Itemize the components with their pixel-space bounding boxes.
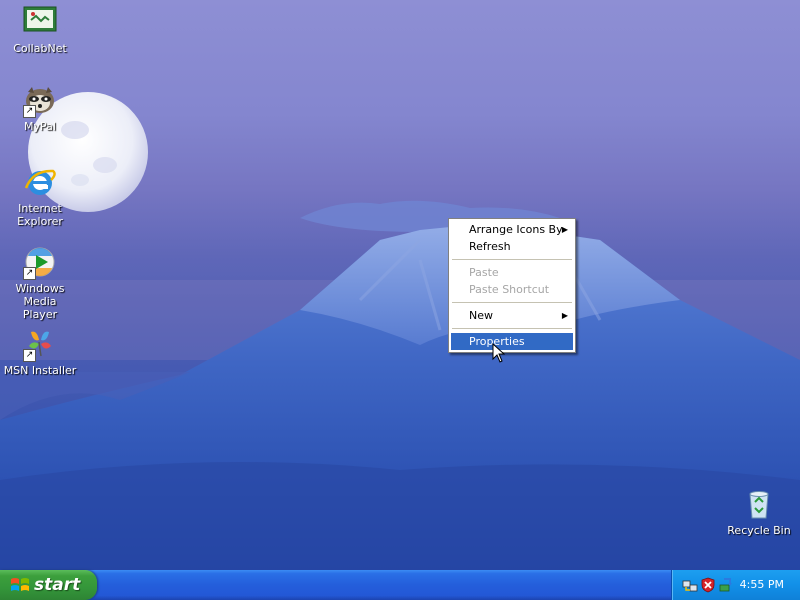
submenu-arrow-icon: ▶ (561, 225, 568, 234)
menu-item-new[interactable]: New ▶ (451, 307, 573, 324)
taskbar: start 4:55 PM (0, 570, 800, 600)
desktop-icon-msn-installer[interactable]: ↗ MSN Installer (1, 328, 79, 377)
menu-item-refresh[interactable]: Refresh (451, 238, 573, 255)
menu-item-label: New (469, 309, 493, 322)
desktop-icon-mypal[interactable]: ↗ MyPal (1, 84, 79, 133)
menu-item-label: Paste (469, 266, 499, 279)
desktop-icon-label: Windows Media Player (15, 282, 65, 321)
recycle-bin-icon (742, 488, 776, 522)
desktop-icon-internet-explorer[interactable]: Internet Explorer (1, 166, 79, 228)
update-icon[interactable] (718, 577, 734, 593)
mouse-cursor-icon (492, 343, 506, 363)
desktop-icon-recycle-bin[interactable]: Recycle Bin (720, 488, 798, 537)
collabnet-icon (23, 6, 57, 40)
start-label: start (34, 575, 81, 595)
submenu-arrow-icon: ▶ (561, 311, 568, 320)
system-tray: 4:55 PM (671, 570, 800, 600)
desktop-icon-label: MyPal (24, 120, 56, 133)
shortcut-arrow-icon: ↗ (23, 349, 36, 362)
network-icon[interactable] (682, 577, 698, 593)
desktop-icon-collabnet[interactable]: CollabNet (1, 6, 79, 55)
desktop-icon-label: CollabNet (13, 42, 67, 55)
desktop-icon-label: MSN Installer (3, 364, 77, 377)
desktop-icon-label: Recycle Bin (727, 524, 791, 537)
wallpaper (0, 92, 800, 570)
desktop[interactable]: CollabNet ↗ MyPal Internet Explorer ↗ Wi… (0, 0, 800, 570)
menu-separator (452, 302, 572, 303)
menu-item-paste: Paste (451, 264, 573, 281)
security-shield-icon[interactable] (700, 577, 716, 593)
windows-logo-icon (11, 578, 29, 591)
windows-media-player-icon: ↗ (23, 246, 57, 280)
desktop-icon-windows-media-player[interactable]: ↗ Windows Media Player (1, 246, 79, 321)
menu-item-label: Refresh (469, 240, 511, 253)
mypal-icon: ↗ (23, 84, 57, 118)
clock[interactable]: 4:55 PM (740, 578, 784, 591)
menu-item-paste-shortcut: Paste Shortcut (451, 281, 573, 298)
menu-item-properties[interactable]: Properties (451, 333, 573, 350)
menu-separator (452, 259, 572, 260)
menu-item-label: Arrange Icons By (469, 223, 563, 236)
desktop-icon-label: Internet Explorer (17, 202, 63, 228)
msn-installer-icon: ↗ (23, 328, 57, 362)
shortcut-arrow-icon: ↗ (23, 105, 36, 118)
internet-explorer-icon (23, 166, 57, 200)
menu-item-arrange-icons-by[interactable]: Arrange Icons By ▶ (451, 221, 573, 238)
desktop-context-menu: Arrange Icons By ▶ Refresh Paste Paste S… (448, 218, 576, 353)
menu-separator (452, 328, 572, 329)
menu-item-label: Paste Shortcut (469, 283, 550, 296)
shortcut-arrow-icon: ↗ (23, 267, 36, 280)
start-button[interactable]: start (0, 570, 97, 600)
